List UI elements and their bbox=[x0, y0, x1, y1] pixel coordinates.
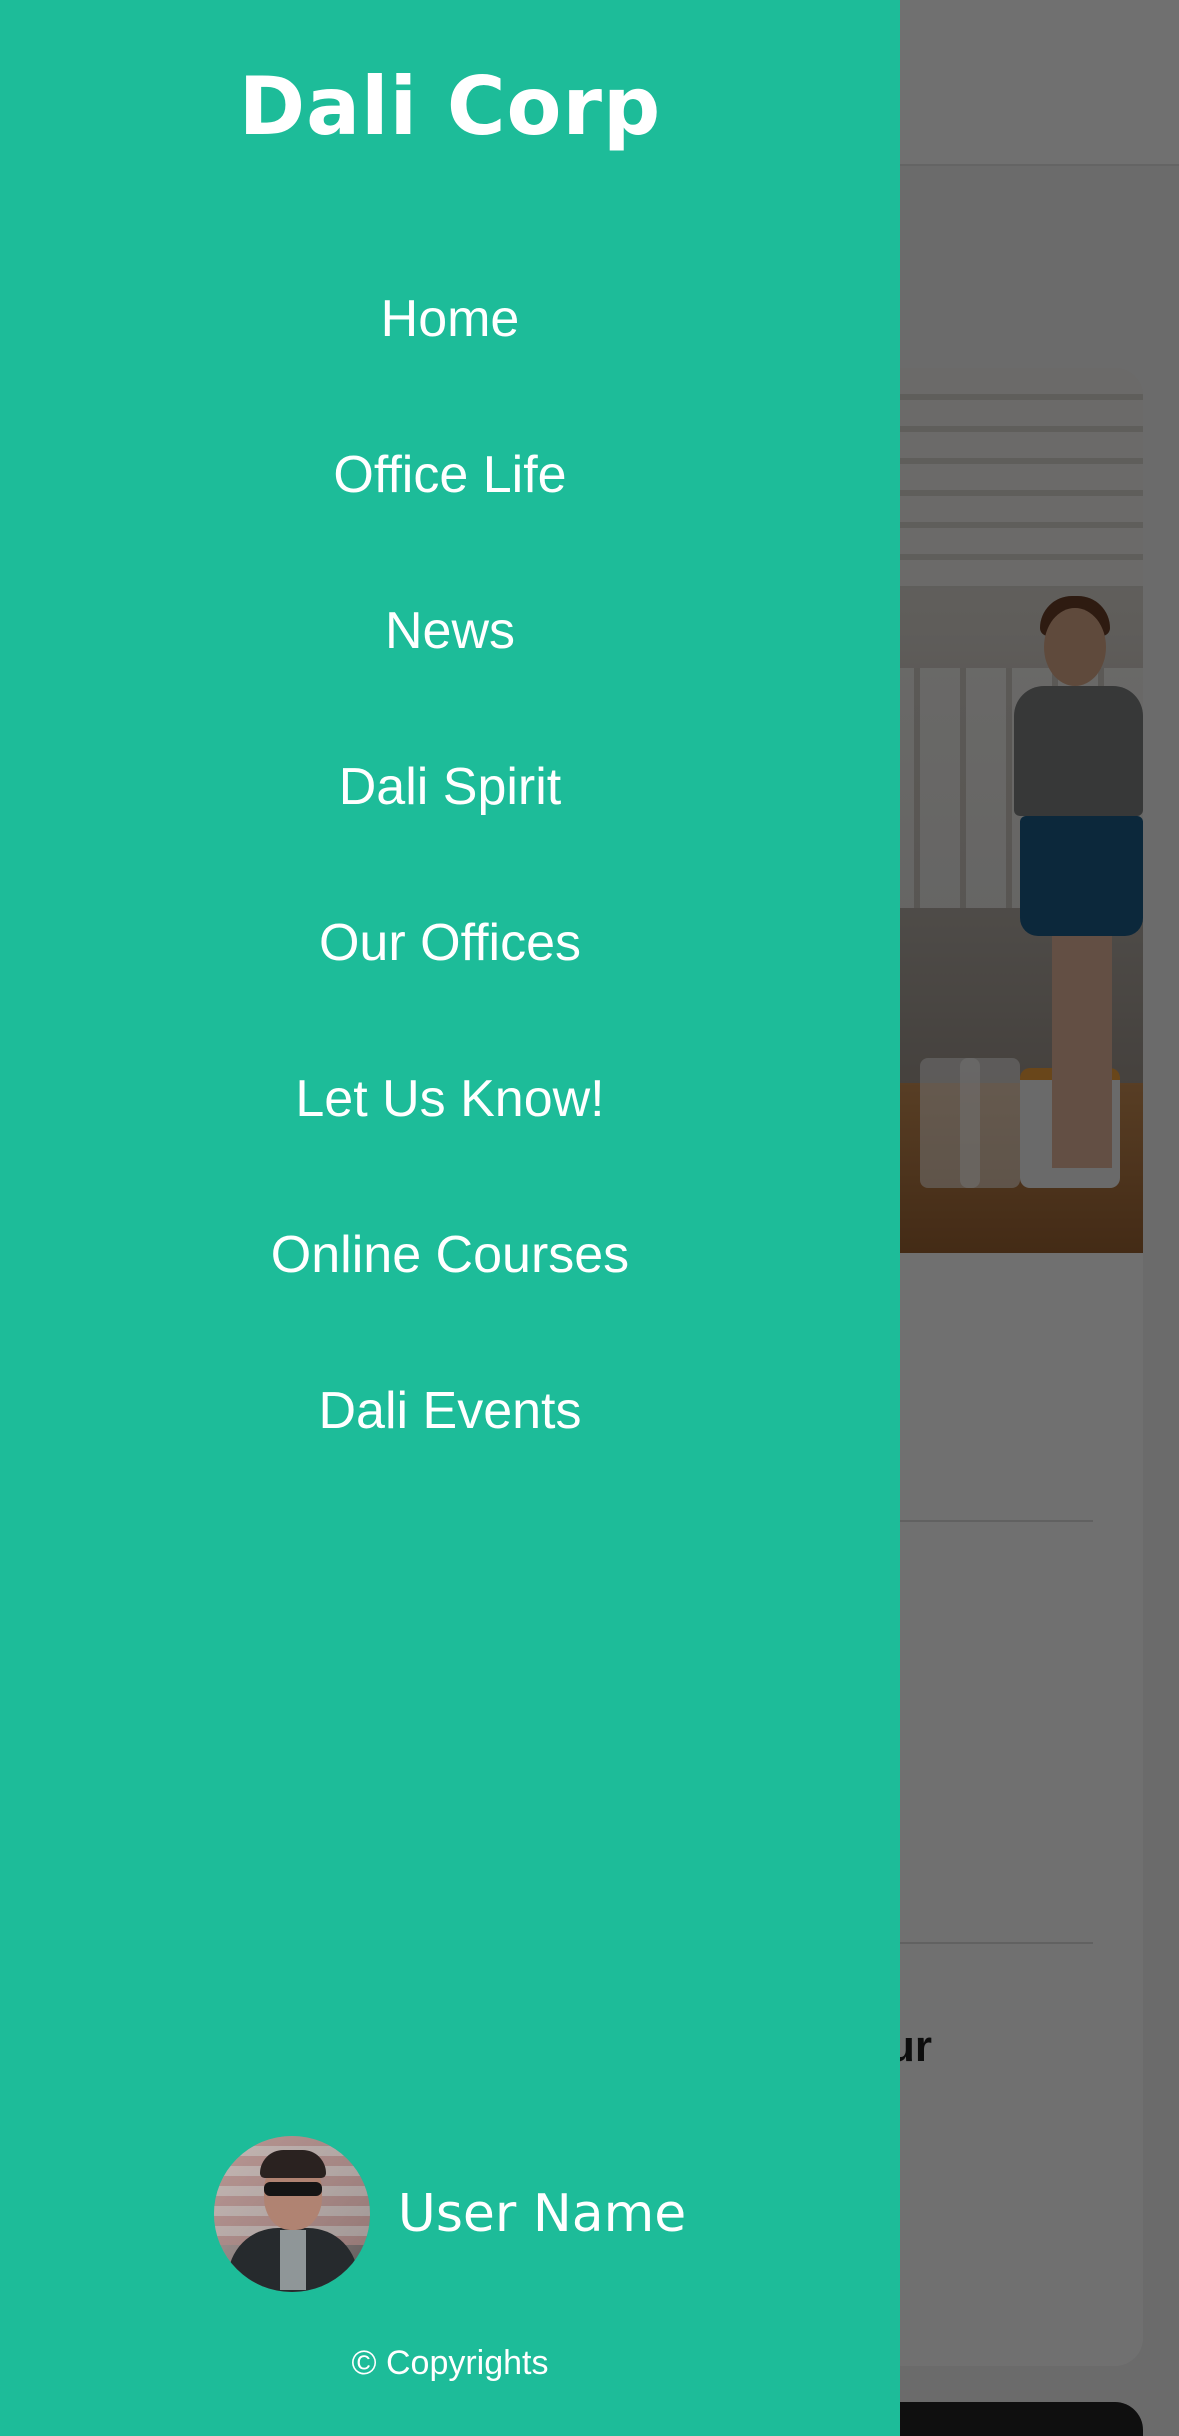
avatar[interactable] bbox=[213, 2136, 370, 2292]
user-profile[interactable]: User Name bbox=[0, 2136, 900, 2292]
menu-item-office-life[interactable]: Office Life bbox=[0, 420, 900, 576]
drawer-menu: Home Office Life News Dali Spirit Our Of… bbox=[0, 264, 900, 1512]
menu-item-dali-spirit[interactable]: Dali Spirit bbox=[0, 732, 900, 888]
menu-item-online-courses[interactable]: Online Courses bbox=[0, 1200, 900, 1356]
navigation-drawer: Dali Corp Home Office Life News Dali Spi… bbox=[0, 0, 900, 2436]
brand-title: Dali Corp bbox=[238, 60, 662, 153]
user-name[interactable]: User Name bbox=[398, 2184, 686, 2244]
menu-item-news[interactable]: News bbox=[0, 576, 900, 732]
menu-item-dali-events[interactable]: Dali Events bbox=[0, 1356, 900, 1512]
copyright-text: © Copyrights bbox=[351, 2344, 549, 2382]
menu-item-home[interactable]: Home bbox=[0, 264, 900, 420]
menu-item-let-us-know[interactable]: Let Us Know! bbox=[0, 1044, 900, 1200]
app-screen: s ur Dali Corp Home Office Life News Dal… bbox=[0, 0, 1179, 2436]
menu-item-our-offices[interactable]: Our Offices bbox=[0, 888, 900, 1044]
